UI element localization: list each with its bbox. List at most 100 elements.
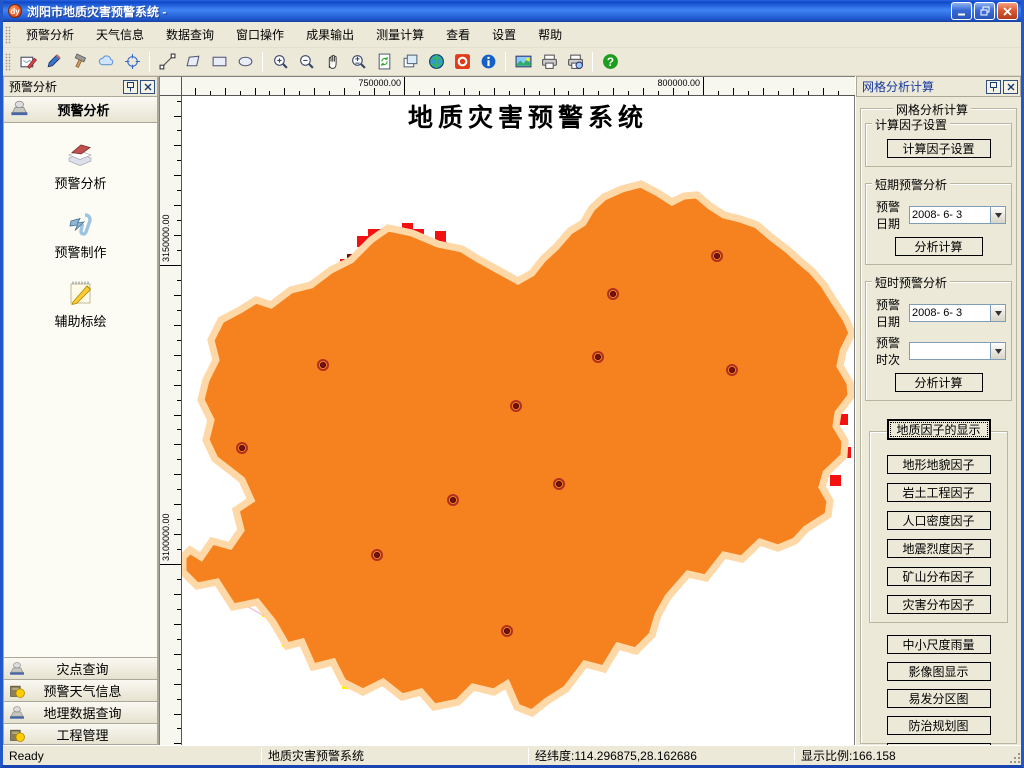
menu-grip[interactable] [5,25,11,44]
refresh-button[interactable] [372,50,396,74]
weather-db-icon [10,729,25,742]
left-panel-pin-button[interactable] [123,79,138,94]
short-term-date-row: 预警日期 2008- 6- 3 [876,198,1007,232]
factor-button-1[interactable]: 地形地貌因子 [886,455,991,474]
short-time-date-combo[interactable]: 2008- 6- 3 [909,304,1006,322]
factor-setting-button[interactable]: 计算因子设置 [886,139,991,158]
map-canvas[interactable]: 地质灾害预警系统 [182,96,854,745]
short-time-session-combo[interactable] [909,342,1006,360]
extra-button-4[interactable]: 防治规划图 [886,716,991,735]
map-image-button[interactable] [511,50,535,74]
factor-button-5[interactable]: 矿山分布因子 [886,567,991,586]
factor-buttons-group: 地形地貌因子 岩土工程因子 人口密度因子 地震烈度因子 矿山分布因子 灾害分布因子 [869,431,1008,623]
print-icon [541,54,557,69]
nav-item-1[interactable]: 预警分析 [54,139,107,192]
center-button[interactable] [120,50,144,74]
line-tool-button[interactable] [155,50,179,74]
status-bar: Ready 地质灾害预警系统 经纬度:114.296875,28.162686 … [3,745,1021,765]
factor-button-3[interactable]: 人口密度因子 [886,511,991,530]
menu-item-8[interactable]: 设置 [481,22,527,47]
menu-item-7[interactable]: 查看 [435,22,481,47]
nav-item-3[interactable]: 辅助标绘 [54,277,107,330]
info-button[interactable] [476,50,500,74]
bottom-bar-4[interactable]: 工程管理 [3,723,158,745]
extra-button-5[interactable]: 清空显示 [886,743,991,745]
county-boundary-line [183,184,852,713]
map-area: 750000.00 800000.00 3150000.00 3100000.00 [159,76,855,745]
nav-item-2[interactable]: 预警制作 [54,208,107,261]
rectangle-tool-button[interactable] [207,50,231,74]
toolbar-grip[interactable] [5,52,11,71]
chevron-down-icon[interactable] [990,305,1005,321]
menu-item-3[interactable]: 数据查询 [155,22,225,47]
menu-item-1[interactable]: 预警分析 [15,22,85,47]
restore-button[interactable] [974,2,995,20]
map-edit-button[interactable] [16,50,40,74]
left-panel-title: 预警分析 [9,80,58,94]
right-panel-close-button[interactable] [1003,79,1018,94]
close-icon [144,83,151,90]
globe-button[interactable] [424,50,448,74]
left-panel-close-button[interactable] [140,79,155,94]
help-button[interactable]: ? [598,50,622,74]
factor-button-4[interactable]: 地震烈度因子 [886,539,991,558]
print-preview-button[interactable] [563,50,587,74]
ellipse-tool-button[interactable] [233,50,257,74]
stop-button[interactable] [450,50,474,74]
close-icon [1003,6,1012,16]
center-icon [124,54,140,69]
menu-item-2[interactable]: 天气信息 [85,22,155,47]
weather-db-icon [10,685,25,698]
close-button[interactable] [997,2,1018,20]
bottom-bar-1[interactable]: 灾点查询 [3,657,158,679]
status-document: 地质灾害预警系统 [268,749,365,763]
factor-button-6[interactable]: 灾害分布因子 [886,595,991,614]
short-term-analyze-button[interactable]: 分析计算 [894,237,983,256]
short-time-session-row: 预警时次 [876,334,1007,368]
help-icon: ? [602,54,618,69]
horizontal-ruler-ticks: 750000.00 800000.00 [195,77,839,95]
nav-item-label: 预警制作 [54,245,107,260]
app-icon: dy [8,4,22,18]
factor-button-2[interactable]: 岩土工程因子 [886,483,991,502]
hammer-button[interactable] [68,50,92,74]
status-ready: Ready [9,748,44,763]
short-time-analyze-button[interactable]: 分析计算 [894,373,983,392]
extra-button-2[interactable]: 影像图显示 [886,662,991,681]
right-panel-pin-button[interactable] [986,79,1001,94]
zoom-out-button[interactable] [294,50,318,74]
stamp-icon [10,100,30,119]
resize-grip[interactable] [1007,750,1021,764]
pan-button[interactable] [320,50,344,74]
minimize-button[interactable] [951,2,972,20]
short-term-date-combo[interactable]: 2008- 6- 3 [909,206,1006,224]
info-icon [481,54,495,69]
brush-button[interactable] [42,50,66,74]
chevron-down-icon[interactable] [990,207,1005,223]
chevron-down-icon[interactable] [990,343,1005,359]
short-time-date-label: 预警日期 [876,298,901,329]
cloud-button[interactable] [94,50,118,74]
h-ruler-label: 800000.00 [657,78,700,88]
short-term-group: 短期预警分析 预警日期 2008- 6- 3 分析计算 [865,176,1012,265]
toolbar-separator [262,51,263,72]
geology-factor-display-button[interactable]: 地质因子的显示 [886,419,991,440]
extra-button-1[interactable]: 中小尺度雨量 [886,635,991,654]
bottom-bar-label: 地理数据查询 [43,706,122,721]
extra-button-3[interactable]: 易发分区图 [886,689,991,708]
bottom-bar-2[interactable]: 预警天气信息 [3,679,158,701]
zoom-in-button[interactable] [268,50,292,74]
menu-item-4[interactable]: 窗口操作 [225,22,295,47]
polygon-tool-button[interactable] [181,50,205,74]
left-nav-items: 预警分析预警制作辅助标绘 [3,123,158,657]
print-button[interactable] [537,50,561,74]
menu-item-6[interactable]: 测量计算 [365,22,435,47]
zoom-extent-button[interactable] [346,50,370,74]
bottom-bar-3[interactable]: 地理数据查询 [3,701,158,723]
print-preview-icon [567,54,583,69]
menu-item-5[interactable]: 成果输出 [295,22,365,47]
layers-button[interactable] [398,50,422,74]
restore-icon [980,6,989,16]
menu-item-9[interactable]: 帮助 [527,22,573,47]
nav-item-label: 辅助标绘 [54,314,107,329]
